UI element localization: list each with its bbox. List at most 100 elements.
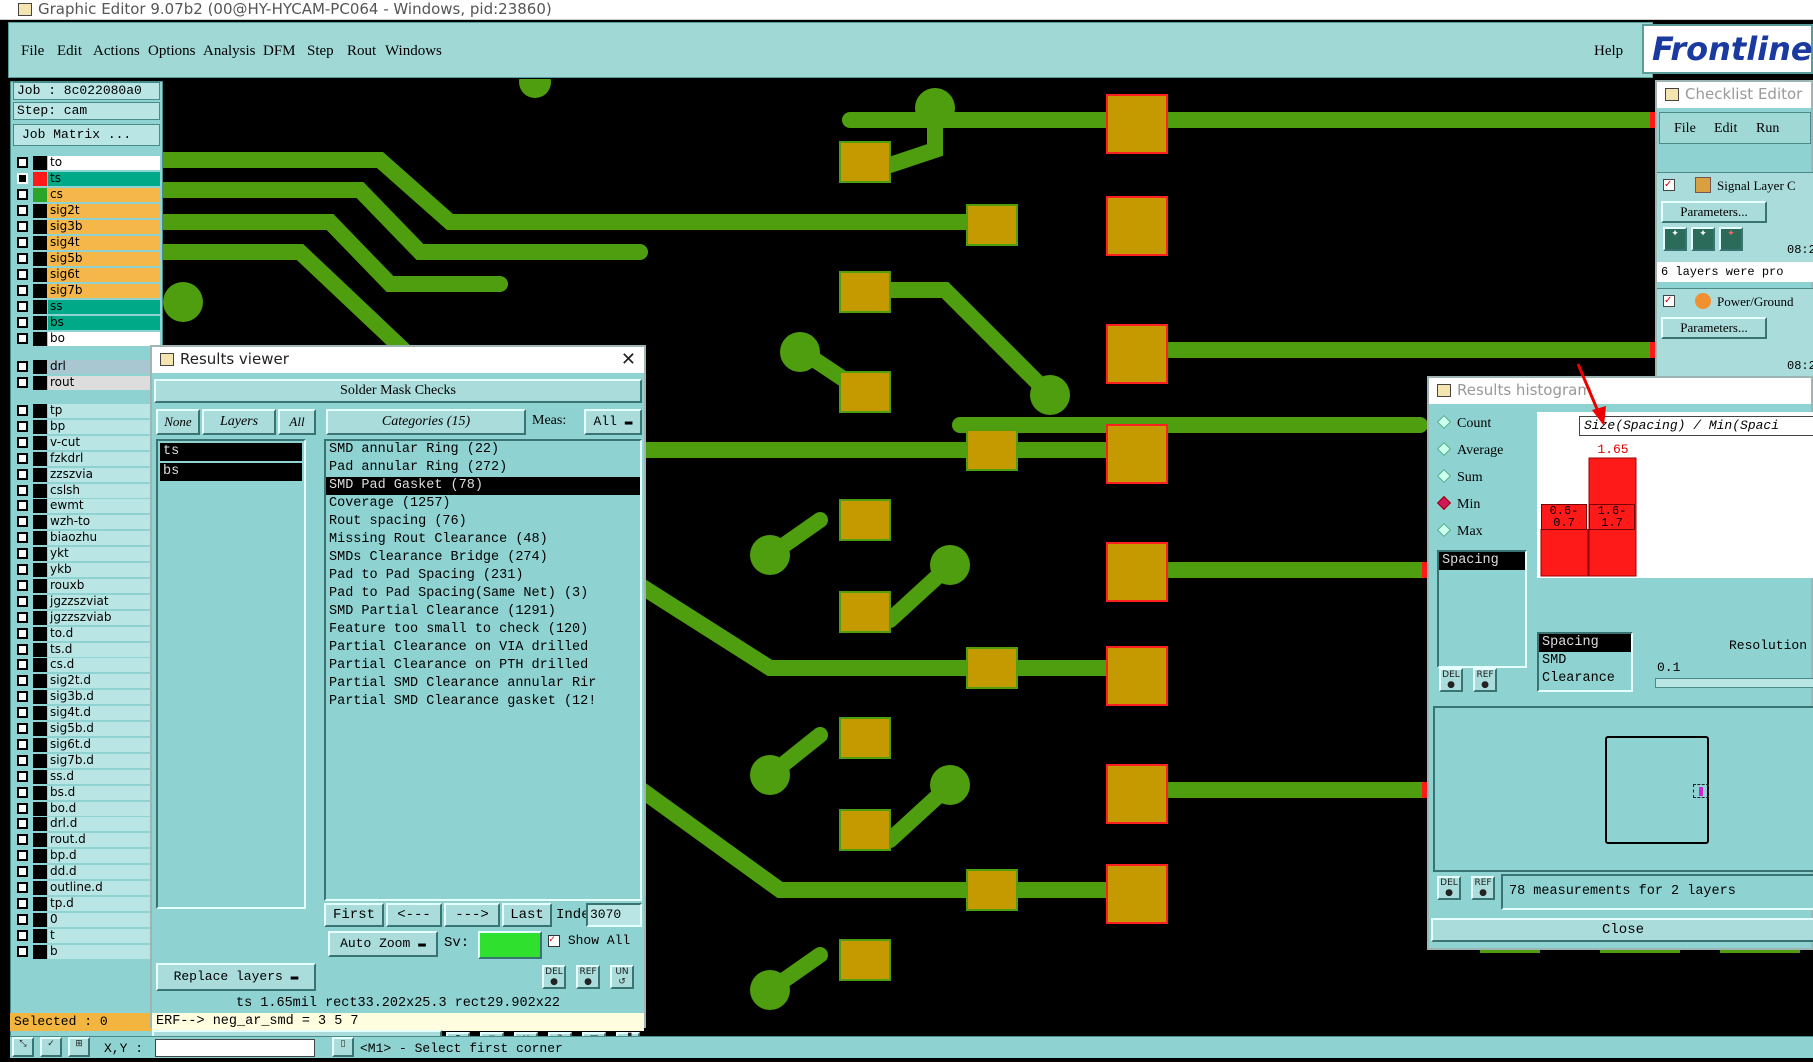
menu-rout[interactable]: Rout — [347, 43, 376, 60]
category-item[interactable]: Pad to Pad Spacing (231) — [326, 567, 640, 585]
checklist-menu-run[interactable]: Run — [1756, 121, 1779, 137]
layer-row-sig2t[interactable]: sig2t — [15, 204, 160, 218]
category-list[interactable]: SMD annular Ring (22) Pad annular Ring (2… — [324, 439, 642, 901]
layer-checkbox[interactable] — [17, 882, 28, 893]
doc-layer-row[interactable]: sig5b.d — [15, 722, 160, 736]
layer-row-to[interactable]: to — [15, 156, 160, 170]
layer-row-bo[interactable]: bo — [15, 332, 160, 346]
doc-layer-row[interactable]: sig2t.d — [15, 674, 160, 689]
doc-layer-row[interactable]: 0 — [15, 912, 160, 927]
layer-checkbox[interactable] — [17, 897, 28, 909]
layer-checkbox[interactable] — [17, 548, 28, 560]
layer-checkbox[interactable] — [17, 301, 28, 312]
menu-help[interactable]: Help — [1594, 43, 1623, 60]
doc-layer-row[interactable]: ykt — [15, 547, 160, 562]
checklist-menu-edit[interactable]: Edit — [1714, 121, 1737, 137]
menu-step[interactable]: Step — [307, 43, 334, 60]
histogram-attr-list[interactable]: Spacing — [1437, 550, 1527, 668]
doc-layer-row[interactable]: bp.d — [15, 849, 160, 864]
replace-layers-select[interactable]: Replace layers ▬ — [156, 963, 316, 991]
group-smd[interactable]: SMD — [1539, 652, 1631, 670]
layer-checkbox[interactable] — [17, 333, 28, 344]
layer-checkbox[interactable] — [17, 627, 28, 639]
layer-checkbox[interactable] — [17, 754, 28, 766]
layers-button[interactable]: Layers — [202, 409, 276, 435]
doc-layer-row[interactable]: sig7b.d — [15, 753, 160, 768]
histogram-close-button[interactable]: Close — [1431, 918, 1813, 942]
none-button[interactable]: None — [156, 409, 200, 435]
layer-checkbox[interactable] — [17, 850, 28, 862]
menu-windows[interactable]: Windows — [385, 43, 442, 60]
layer-checkbox[interactable] — [17, 237, 28, 248]
category-item[interactable]: Partial SMD Clearance annular Rir — [326, 675, 640, 693]
category-item[interactable]: SMD annular Ring (22) — [326, 441, 640, 459]
layer-checkbox[interactable] — [17, 468, 28, 480]
menu-options[interactable]: Options — [148, 43, 196, 60]
sv-color-select[interactable] — [478, 931, 542, 959]
layer-checkbox[interactable] — [17, 484, 28, 496]
category-item[interactable]: Partial SMD Clearance gasket (12! — [326, 693, 640, 711]
doc-layer-row[interactable]: b — [15, 944, 160, 959]
layer-row-sig7b[interactable]: sig7b — [15, 284, 160, 298]
all-layers-button[interactable]: All — [278, 409, 316, 435]
run-icon-2[interactable]: ✦ — [1691, 227, 1715, 251]
layer-checkbox[interactable] — [17, 564, 28, 575]
xy-field[interactable] — [155, 1039, 315, 1057]
undo-icon[interactable]: UN ↺ — [610, 965, 634, 989]
del-icon[interactable]: DEL ● — [542, 965, 566, 989]
doc-layer-row[interactable]: sig3b.d — [15, 690, 160, 705]
category-item[interactable]: Partial Clearance on VIA drilled — [326, 639, 640, 657]
menu-actions[interactable]: Actions — [93, 43, 140, 60]
layer-checkbox[interactable] — [17, 436, 28, 448]
layer-checkbox[interactable] — [17, 802, 28, 814]
layer-checkbox[interactable] — [17, 189, 28, 200]
doc-layer-row[interactable]: ts.d — [15, 642, 160, 657]
meas-select[interactable]: All ▬ — [584, 409, 642, 435]
histogram-group-list[interactable]: Spacing SMD Clearance — [1537, 632, 1633, 692]
doc-layer-row[interactable]: jgzzszviab — [15, 610, 160, 625]
category-item[interactable]: Pad to Pad Spacing(Same Net) (3) — [326, 585, 640, 603]
histogram-bar[interactable] — [1540, 529, 1589, 577]
doc-layer-row[interactable]: dd.d — [15, 865, 160, 880]
group-spacing[interactable]: Spacing — [1539, 634, 1631, 652]
doc-layer-row[interactable]: ykb — [15, 563, 160, 577]
doc-layer-row[interactable]: rout.d — [15, 833, 160, 848]
layer-checkbox[interactable] — [17, 611, 28, 623]
doc-layer-row[interactable]: wzh-to — [15, 515, 160, 530]
doc-layer-row[interactable]: jgzzszviat — [15, 594, 160, 609]
category-item[interactable]: Feature too small to check (120) — [326, 621, 640, 639]
prev-button[interactable]: <--- — [386, 903, 442, 927]
run-icon-3[interactable]: ✦ — [1719, 227, 1743, 251]
layer-checkbox[interactable] — [17, 834, 28, 846]
layer-checkbox[interactable] — [17, 913, 28, 925]
doc-layer-row[interactable]: sig4t.d — [15, 706, 160, 721]
layer-result-list[interactable]: ts bs — [156, 439, 306, 909]
layer-checkbox[interactable] — [17, 707, 28, 719]
doc-layer-row[interactable]: ss.d — [15, 769, 160, 784]
job-matrix-button[interactable]: Job Matrix ... — [13, 124, 160, 146]
layer-checkbox[interactable] — [17, 205, 28, 216]
ref-icon[interactable]: REF ● — [576, 965, 600, 989]
mode-count[interactable]: Count — [1436, 414, 1491, 432]
layer-checkbox[interactable] — [17, 818, 28, 830]
doc-layer-row[interactable]: sig6t.d — [15, 737, 160, 752]
menu-edit[interactable]: Edit — [57, 43, 82, 60]
layer-checkbox[interactable] — [17, 221, 28, 232]
mode-average[interactable]: Average — [1436, 441, 1503, 459]
last-button[interactable]: Last — [502, 903, 552, 927]
layer-checkbox[interactable] — [17, 738, 28, 750]
ref-icon[interactable]: REF ● — [1473, 668, 1497, 692]
layer-checkbox[interactable] — [17, 361, 28, 372]
layer-checkbox[interactable] — [17, 269, 28, 280]
layer-checkbox[interactable] — [17, 500, 28, 512]
check-tool-icon[interactable]: ✓ — [40, 1037, 62, 1057]
doc-layer-row[interactable]: biaozhu — [15, 531, 160, 546]
doc-layer-row[interactable]: bs.d — [15, 785, 160, 800]
layer-checkbox[interactable] — [17, 405, 28, 416]
layer-checkbox[interactable] — [17, 866, 28, 878]
layer-row-ts[interactable]: ts — [15, 172, 160, 186]
solder-mask-checks-header[interactable]: Solder Mask Checks — [154, 379, 642, 403]
layer-checkbox[interactable] — [17, 691, 28, 703]
layer-checkbox[interactable] — [17, 770, 28, 782]
result-layer-item[interactable]: bs — [160, 463, 302, 481]
